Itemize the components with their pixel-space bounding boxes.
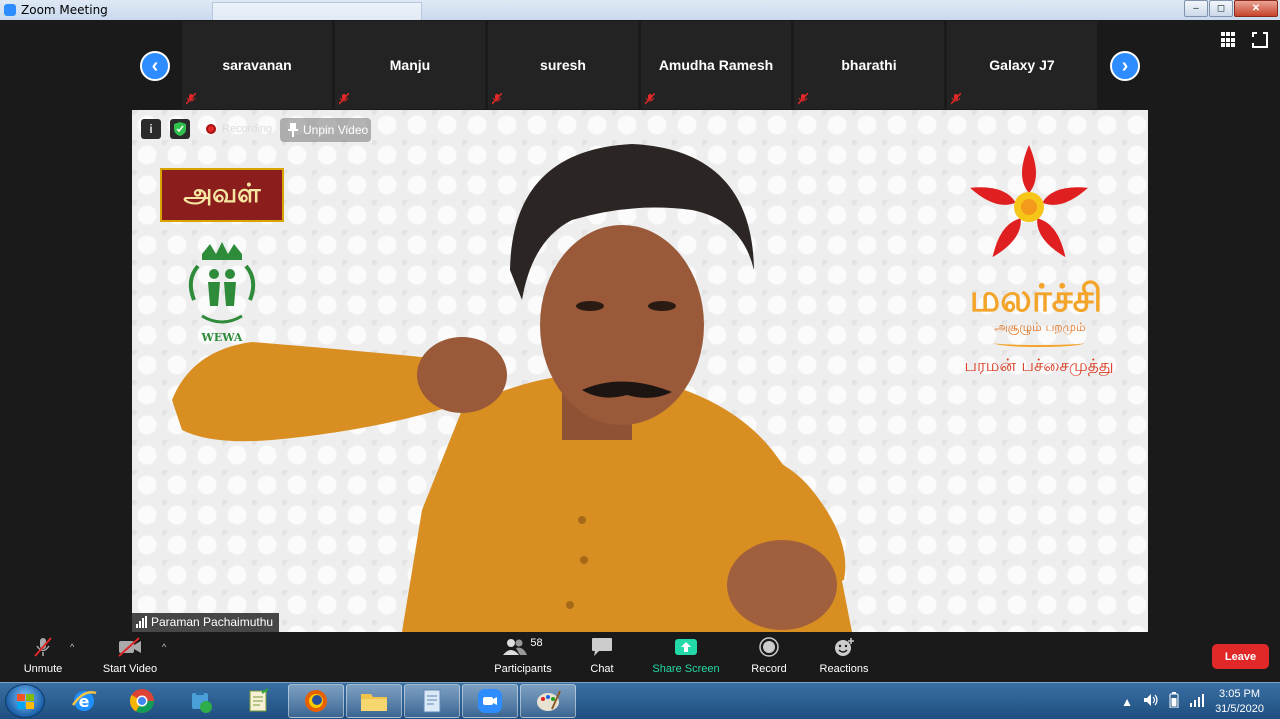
participants-count: 58 (530, 637, 543, 649)
close-button[interactable]: ✕ (1234, 0, 1278, 17)
network-signal-icon[interactable] (1189, 693, 1205, 710)
participant-name: bharathi (841, 57, 897, 73)
record-icon (748, 636, 790, 658)
muted-mic-icon (798, 93, 808, 105)
share-screen-icon (650, 636, 722, 658)
notepad-plus-icon[interactable] (230, 684, 286, 718)
record-button[interactable]: Record (748, 636, 790, 675)
participants-icon (503, 639, 528, 655)
flower-logo-icon (964, 142, 1094, 272)
unmute-label: Unmute (23, 663, 63, 675)
participant-tile[interactable]: saravanan (182, 21, 332, 109)
window-title: Zoom Meeting (21, 3, 108, 17)
brand-swoosh (994, 339, 1084, 347)
firefox-icon[interactable] (288, 684, 344, 718)
muted-mic-icon (339, 93, 349, 105)
speaker-name-label: Paraman Pachaimuthu (132, 613, 280, 632)
start-video-button[interactable]: Start Video (98, 636, 162, 675)
wewa-logo-text: WEWA (201, 331, 243, 344)
zoom-window: Zoom Meeting ‒ ◻ ✕ ‹ › saravanan Manju s… (0, 0, 1280, 719)
participant-name: saravanan (222, 57, 292, 73)
share-screen-label: Share Screen (652, 663, 720, 675)
participant-tile[interactable]: suresh (488, 21, 638, 109)
windows-taskbar: e ▲ 3:05 PM 31/5/2020 (0, 682, 1280, 719)
participant-tile[interactable]: Amudha Ramesh (641, 21, 791, 109)
background-tab (212, 2, 422, 20)
chat-bubble-icon (584, 636, 620, 658)
record-label: Record (751, 663, 787, 675)
brand-tagline: அசூழும் பறமும் (994, 320, 1086, 334)
brand-person-name: பரமன் பச்சைமுத்து (964, 356, 1114, 376)
window-controls: ‒ ◻ ✕ (1183, 0, 1278, 17)
gallery-view-icon[interactable] (1221, 32, 1237, 48)
zoom-app-icon (4, 4, 16, 16)
maximize-button[interactable]: ◻ (1209, 0, 1233, 17)
minimize-button[interactable]: ‒ (1184, 0, 1208, 17)
file-explorer-icon[interactable] (346, 684, 402, 718)
clock-time: 3:05 PM (1219, 687, 1261, 700)
chat-button[interactable]: Chat (584, 636, 620, 675)
meeting-info-icon[interactable]: i (141, 119, 161, 139)
video-off-icon (98, 636, 162, 658)
show-hidden-icons-icon[interactable]: ▲ (1121, 695, 1133, 709)
battery-icon[interactable] (1169, 692, 1179, 711)
audio-options-caret[interactable]: ^ (70, 642, 74, 652)
reactions-label: Reactions (819, 663, 869, 675)
zoom-taskbar-icon[interactable] (462, 684, 518, 718)
speaker-name: Paraman Pachaimuthu (151, 615, 274, 629)
unpin-video-button[interactable]: Unpin Video (280, 118, 371, 142)
reactions-button[interactable]: Reactions (816, 636, 872, 675)
window-titlebar: Zoom Meeting ‒ ◻ ✕ (0, 0, 1280, 20)
recording-label: Recording (222, 123, 273, 135)
reactions-smiley-icon (816, 636, 872, 658)
pin-icon (288, 123, 298, 137)
system-tray: ▲ 3:05 PM 31/5/2020 (1121, 683, 1280, 719)
muted-mic-icon (492, 93, 502, 105)
meeting-toolbar: Unmute ^ Start Video ^ 58 Participants C… (0, 632, 1280, 682)
chrome-icon[interactable] (114, 684, 170, 718)
leave-button[interactable]: Leave (1212, 644, 1269, 669)
chat-label: Chat (590, 663, 614, 675)
video-options-caret[interactable]: ^ (162, 642, 166, 652)
strip-prev-button[interactable]: ‹ (140, 51, 170, 81)
signal-bars-icon (136, 616, 147, 628)
active-speaker-video[interactable]: அவள் WEWA மலர்ச்சி அசூழும் பறமும் பரமன் … (132, 110, 1148, 632)
participant-name: Galaxy J7 (989, 57, 1055, 73)
internet-explorer-icon[interactable]: e (56, 684, 112, 718)
network-tool-icon[interactable] (172, 684, 228, 718)
security-shield-icon[interactable] (170, 119, 190, 139)
muted-mic-icon (645, 93, 655, 105)
participants-label: Participants (494, 663, 552, 675)
unmute-button[interactable]: Unmute (18, 636, 68, 675)
unpin-video-label: Unpin Video (303, 123, 369, 137)
participant-tile[interactable]: Galaxy J7 (947, 21, 1097, 109)
paint-icon[interactable] (520, 684, 576, 718)
muted-mic-icon (186, 93, 196, 105)
clock-date: 31/5/2020 (1215, 702, 1264, 715)
document-viewer-icon[interactable] (404, 684, 460, 718)
system-clock[interactable]: 3:05 PM 31/5/2020 (1215, 687, 1264, 717)
wewa-logo: WEWA (182, 240, 262, 344)
participant-tile[interactable]: bharathi (794, 21, 944, 109)
windows-logo-icon (16, 693, 34, 709)
share-screen-button[interactable]: Share Screen (650, 636, 722, 675)
strip-next-button[interactable]: › (1110, 51, 1140, 81)
start-video-label: Start Video (102, 663, 158, 675)
volume-icon[interactable] (1143, 693, 1159, 710)
start-button[interactable] (5, 684, 45, 718)
participant-name: suresh (540, 57, 586, 73)
participant-name: Manju (389, 57, 431, 73)
participants-button[interactable]: 58 Participants (490, 636, 556, 675)
muted-mic-icon (18, 636, 68, 658)
participant-name: Amudha Ramesh (658, 57, 774, 73)
participant-tile[interactable]: Manju (335, 21, 485, 109)
brand-title: மலர்ச்சி (969, 276, 1103, 320)
aval-logo: அவள் (160, 168, 284, 222)
muted-mic-icon (951, 93, 961, 105)
recording-dot-icon (206, 124, 216, 134)
fullscreen-icon[interactable] (1251, 31, 1268, 48)
